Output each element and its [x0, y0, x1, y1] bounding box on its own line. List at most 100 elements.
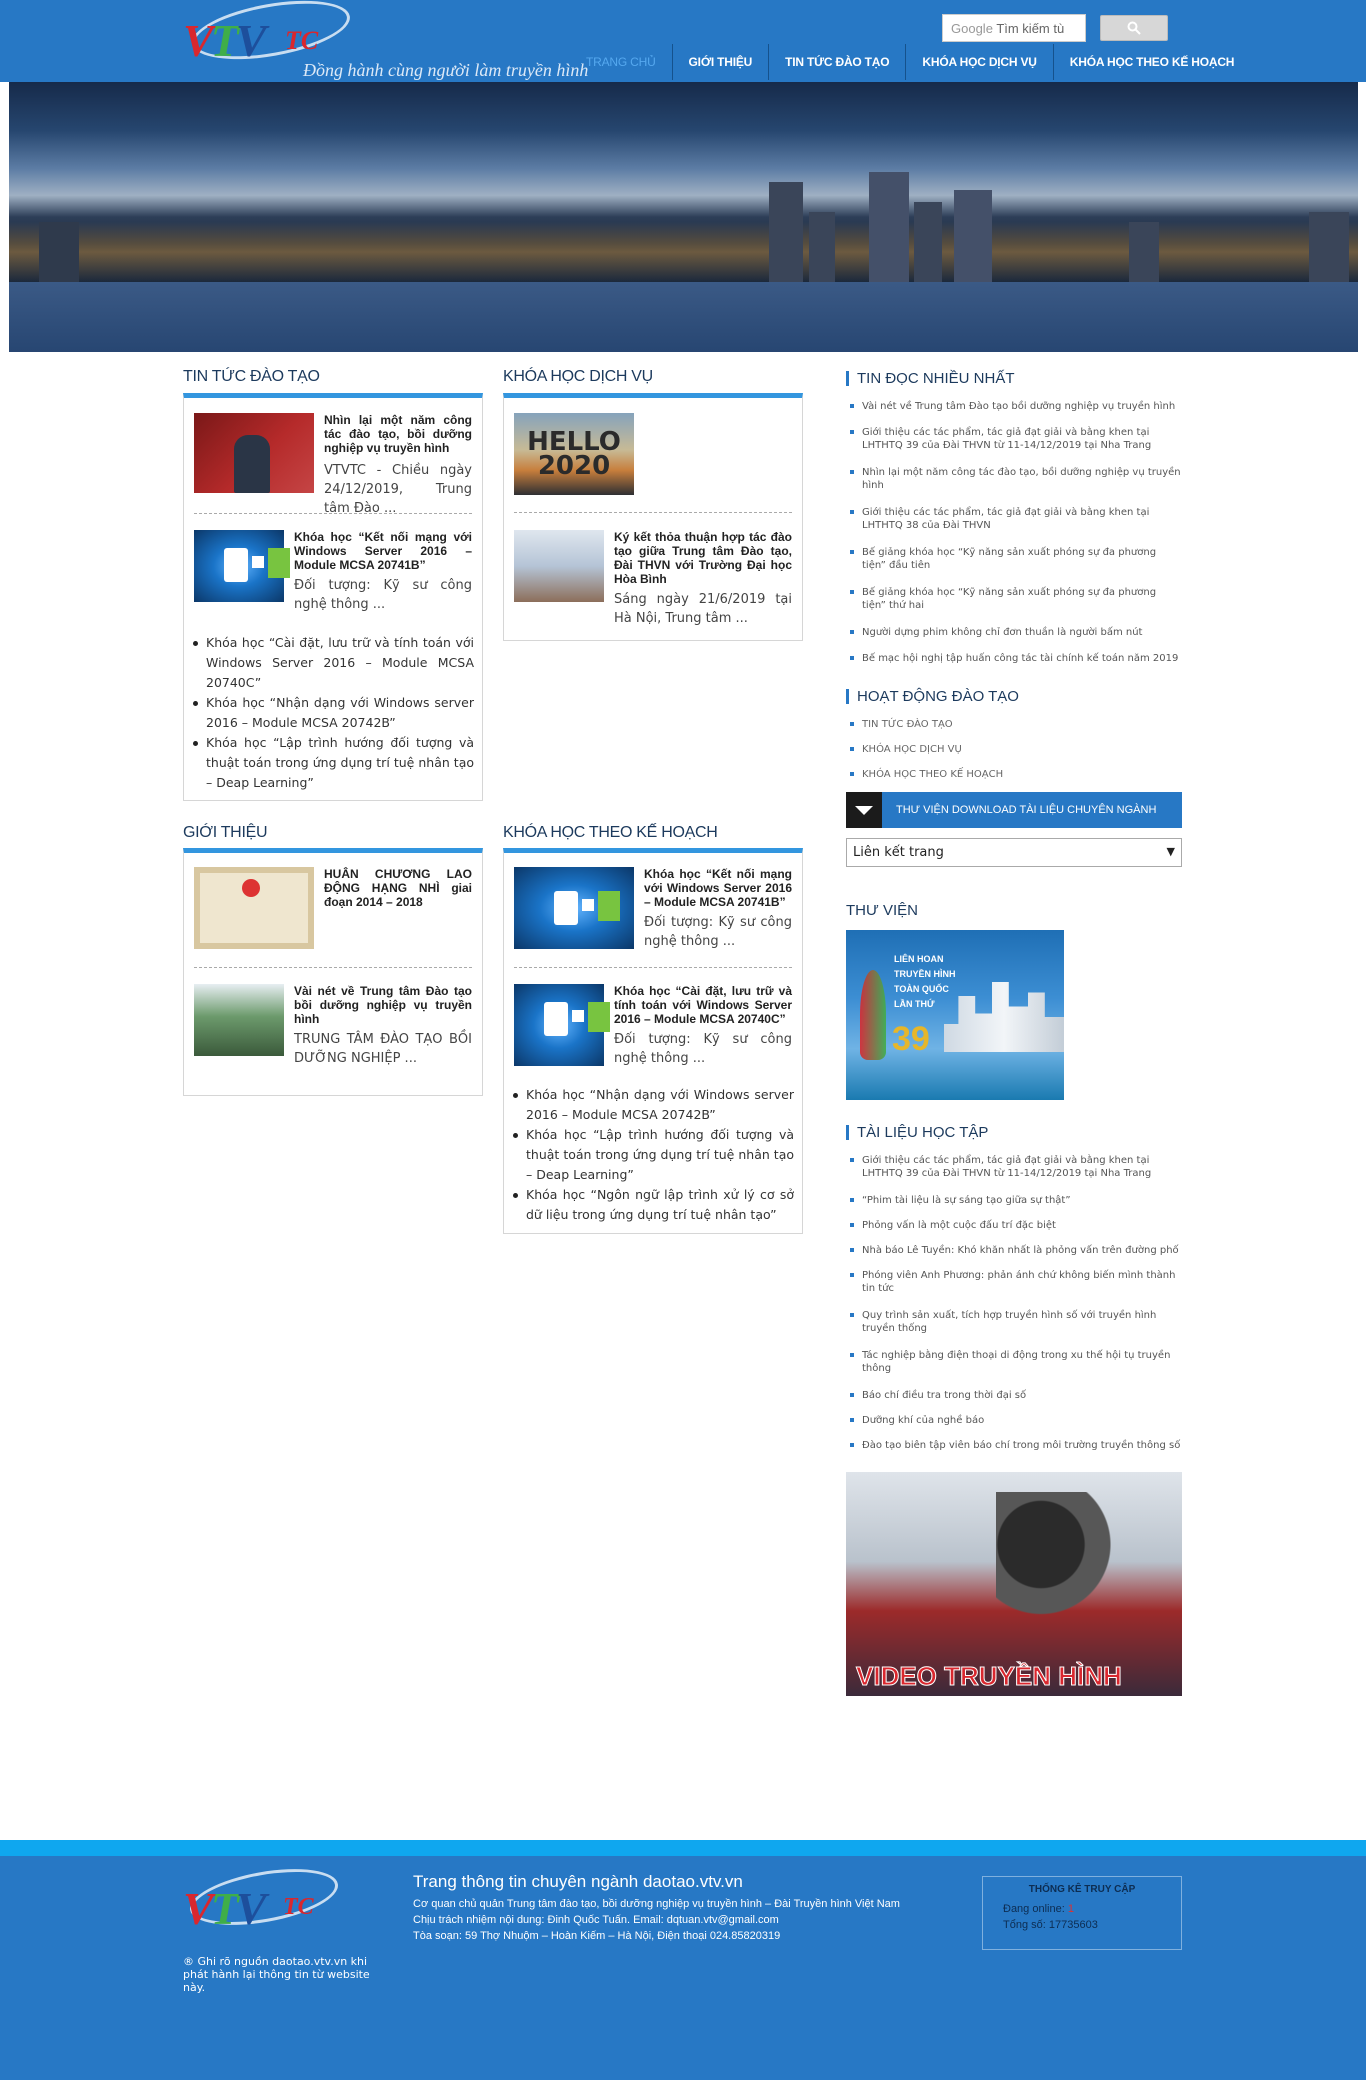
list-item[interactable]: Tin tức đào tạo — [846, 718, 1182, 743]
article-title[interactable]: HUÂN CHƯƠNG LAO ĐỘNG HẠNG NHÌ giai đoạn … — [324, 867, 472, 909]
article-thumbnail[interactable] — [514, 984, 610, 1066]
site-logo[interactable]: VTV TC Đồng hành cùng người làm truyền h… — [183, 0, 588, 80]
video-tv-banner[interactable]: VIDEO TRUYỀN HÌNH — [846, 1472, 1182, 1696]
list-item[interactable]: Khóa học “Ngôn ngữ lập trình xử lý cơ sở… — [510, 1185, 794, 1225]
nav-intro[interactable]: Giới thiệu — [673, 44, 770, 80]
article-thumbnail[interactable] — [514, 867, 634, 949]
list-item[interactable]: “Phim tài liệu là sự sáng tạo giữa sự th… — [846, 1194, 1182, 1219]
search-input[interactable]: Google Tìm kiếm tù — [942, 14, 1086, 42]
article-title[interactable]: Vài nét về Trung tâm Đào tạo bồi dưỡng n… — [294, 984, 472, 1026]
site-links-select[interactable]: Liên kết trang ▼ — [846, 838, 1182, 867]
article-excerpt: Sáng ngày 21/6/2019 tại Hà Nội, Trung tâ… — [614, 592, 792, 626]
list-item[interactable]: Bế mạc hội nghị tập huấn công tác tài ch… — [846, 652, 1182, 678]
activity-list: Tin tức đào tạo Khóa học dịch vụ Khóa họ… — [846, 718, 1182, 793]
list-item[interactable]: Đào tạo biên tập viên báo chí trong môi … — [846, 1439, 1182, 1464]
news-link-list: Khóa học “Cài đặt, lưu trữ và tính toán … — [190, 633, 474, 793]
footer-owner: Cơ quan chủ quản Trung tâm đào tạo, bồi … — [413, 1898, 900, 1910]
article-title[interactable]: Khóa học “Cài đặt, lưu trữ và tính toán … — [614, 984, 792, 1026]
logo-tc: TC — [285, 26, 319, 55]
hello-2020-thumbnail[interactable]: HELLO 2020 — [514, 413, 634, 495]
popular-list: Vài nét về Trung tâm Đào tạo bồi dưỡng n… — [846, 400, 1182, 678]
stats-title: Thống kê truy cập — [1028, 1884, 1136, 1895]
list-item[interactable]: Phỏng vấn là một cuộc đấu trí đặc biệt — [846, 1219, 1182, 1244]
library-festival-image[interactable]: Liên hoan truyền hình toàn quốc lần thứ … — [846, 930, 1064, 1100]
video-banner-label: VIDEO TRUYỀN HÌNH — [856, 1661, 1123, 1692]
online-value: 1 — [1067, 1903, 1074, 1915]
section-title-news: Tin tức đào tạo — [183, 368, 320, 385]
total-value: 17735603 — [1048, 1919, 1098, 1931]
docs-list: Giới thiệu các tác phẩm, tác giả đạt giả… — [846, 1154, 1182, 1464]
logo-vtv: VTV — [183, 15, 266, 66]
divider — [514, 967, 792, 968]
article-thumbnail[interactable] — [514, 530, 604, 602]
main-nav: Trang chủ Giới thiệu Tin tức đào tạo Khó… — [570, 44, 1250, 80]
article-title[interactable]: Khóa học “Kết nối mạng với Windows Serve… — [294, 530, 472, 572]
list-item[interactable]: Nhìn lại một năm công tác đào tạo, bồi d… — [846, 466, 1182, 506]
site-header: VTV TC Đồng hành cùng người làm truyền h… — [0, 0, 1366, 82]
nav-service-courses[interactable]: Khóa học dịch vụ — [906, 44, 1054, 80]
planned-article-2[interactable]: Khóa học “Cài đặt, lưu trữ và tính toán … — [514, 984, 792, 1074]
article-excerpt: TRUNG TÂM ĐÀO TẠO BỒI DƯỠNG NGHIỆP ... — [294, 1032, 472, 1066]
search-button[interactable] — [1100, 15, 1168, 41]
intro-article-2[interactable]: Vài nét về Trung tâm Đào tạo bồi dưỡng n… — [194, 984, 472, 1074]
section-title-service: Khóa học dịch vụ — [503, 368, 653, 385]
list-item[interactable]: Bế giảng khóa học “Kỹ năng sản xuất phón… — [846, 546, 1182, 586]
sidebar-title-popular: Tin đọc nhiều nhất — [846, 371, 1015, 386]
list-item[interactable]: Khóa học dịch vụ — [846, 743, 1182, 768]
article-title[interactable]: Khóa học “Kết nối mạng với Windows Serve… — [644, 867, 792, 909]
search-placeholder: Tìm kiếm tù — [996, 21, 1065, 36]
list-item[interactable]: Người dựng phim không chỉ đơn thuần là n… — [846, 626, 1182, 652]
library-image-number: 39 — [892, 1020, 930, 1058]
article-excerpt: Đối tượng: Kỹ sư công nghệ thông ... — [614, 1032, 792, 1066]
nav-news[interactable]: Tin tức đào tạo — [769, 44, 907, 80]
article-thumbnail[interactable] — [194, 413, 314, 493]
download-library-label: Thư viện download tài liệu chuyên ngành — [896, 804, 1157, 816]
list-item[interactable]: Dưỡng khí của nghề báo — [846, 1414, 1182, 1439]
article-title[interactable]: Ký kết thỏa thuận hợp tác đào tạo giữa T… — [614, 530, 792, 586]
divider — [514, 512, 792, 513]
intro-article-1[interactable]: HUÂN CHƯƠNG LAO ĐỘNG HẠNG NHÌ giai đoạn … — [194, 867, 472, 957]
list-item[interactable]: Nhà báo Lê Tuyền: Khó khăn nhất là phỏng… — [846, 1244, 1182, 1269]
news-article-1[interactable]: Nhìn lại một năm công tác đào tạo, bồi d… — [194, 413, 472, 516]
library-image-text: Liên hoan truyền hình toàn quốc lần thứ — [894, 954, 956, 1009]
footer-copyright-note: ® Ghi rõ nguồn daotao.vtv.vn khi phát hà… — [183, 1955, 370, 1994]
list-item[interactable]: Khóa học “Nhận dạng với Windows server 2… — [510, 1085, 794, 1125]
list-item[interactable]: Khóa học “Nhận dạng với Windows server 2… — [190, 693, 474, 733]
planned-article-1[interactable]: Khóa học “Kết nối mạng với Windows Serve… — [514, 867, 792, 957]
footer-site-title: Trang thông tin chuyên ngành daotao.vtv.… — [413, 1872, 743, 1891]
sidebar-title-activity: Hoạt động đào tạo — [846, 689, 1019, 704]
nav-planned-courses[interactable]: Khóa học theo kế hoạch — [1054, 44, 1251, 80]
list-item[interactable]: Vài nét về Trung tâm Đào tạo bồi dưỡng n… — [846, 400, 1182, 426]
intro-box: HUÂN CHƯƠNG LAO ĐỘNG HẠNG NHÌ giai đoạn … — [183, 848, 483, 1096]
article-title[interactable]: Nhìn lại một năm công tác đào tạo, bồi d… — [324, 413, 472, 455]
list-item[interactable]: Báo chí điều tra trong thời đại số — [846, 1389, 1182, 1414]
download-library-bar[interactable]: Thư viện download tài liệu chuyên ngành — [846, 792, 1182, 828]
list-item[interactable]: Quy trình sản xuất, tích hợp truyền hình… — [846, 1309, 1182, 1349]
service-article-1[interactable]: Ký kết thỏa thuận hợp tác đào tạo giữa T… — [514, 530, 792, 630]
section-title-intro: Giới thiệu — [183, 824, 268, 841]
planned-link-list: Khóa học “Nhận dạng với Windows server 2… — [510, 1085, 794, 1225]
list-item[interactable]: Phóng viên Anh Phương: phản ánh chứ khôn… — [846, 1269, 1182, 1309]
visit-stats-box: Thống kê truy cập Đang online: 1 Tổng số… — [982, 1876, 1182, 1950]
list-item[interactable]: Giới thiệu các tác phẩm, tác giả đạt giả… — [846, 426, 1182, 466]
list-item[interactable]: Tác nghiệp bằng điện thoại di động trong… — [846, 1349, 1182, 1389]
list-item[interactable]: Khóa học “Cài đặt, lưu trữ và tính toán … — [190, 633, 474, 693]
article-thumbnail[interactable] — [194, 867, 314, 949]
footer-logo[interactable]: VTV TC — [183, 1859, 343, 1958]
list-item[interactable]: Giới thiệu các tác phẩm, tác giả đạt giả… — [846, 1154, 1182, 1194]
list-item[interactable]: Khóa học “Lập trình hướng đối tượng và t… — [190, 733, 474, 793]
site-slogan: Đồng hành cùng người làm truyền hình — [303, 60, 589, 80]
search-google-label: Google — [951, 21, 993, 36]
article-excerpt: Đối tượng: Kỹ sư công nghệ thông ... — [644, 915, 792, 949]
list-item[interactable]: Bế giảng khóa học “Kỹ năng sản xuất phón… — [846, 586, 1182, 626]
list-item[interactable]: Khóa học “Lập trình hướng đối tượng và t… — [510, 1125, 794, 1185]
list-item[interactable]: Khóa học theo kế hoạch — [846, 768, 1182, 793]
news-box: Nhìn lại một năm công tác đào tạo, bồi d… — [183, 393, 483, 801]
article-excerpt: Đối tượng: Kỹ sư công nghệ thông ... — [294, 578, 472, 612]
chevron-down-icon — [846, 792, 882, 828]
article-thumbnail[interactable] — [194, 530, 290, 602]
nav-home[interactable]: Trang chủ — [570, 44, 673, 80]
article-thumbnail[interactable] — [194, 984, 284, 1056]
list-item[interactable]: Giới thiệu các tác phẩm, tác giả đạt giả… — [846, 506, 1182, 546]
news-article-2[interactable]: Khóa học “Kết nối mạng với Windows Serve… — [194, 530, 472, 620]
